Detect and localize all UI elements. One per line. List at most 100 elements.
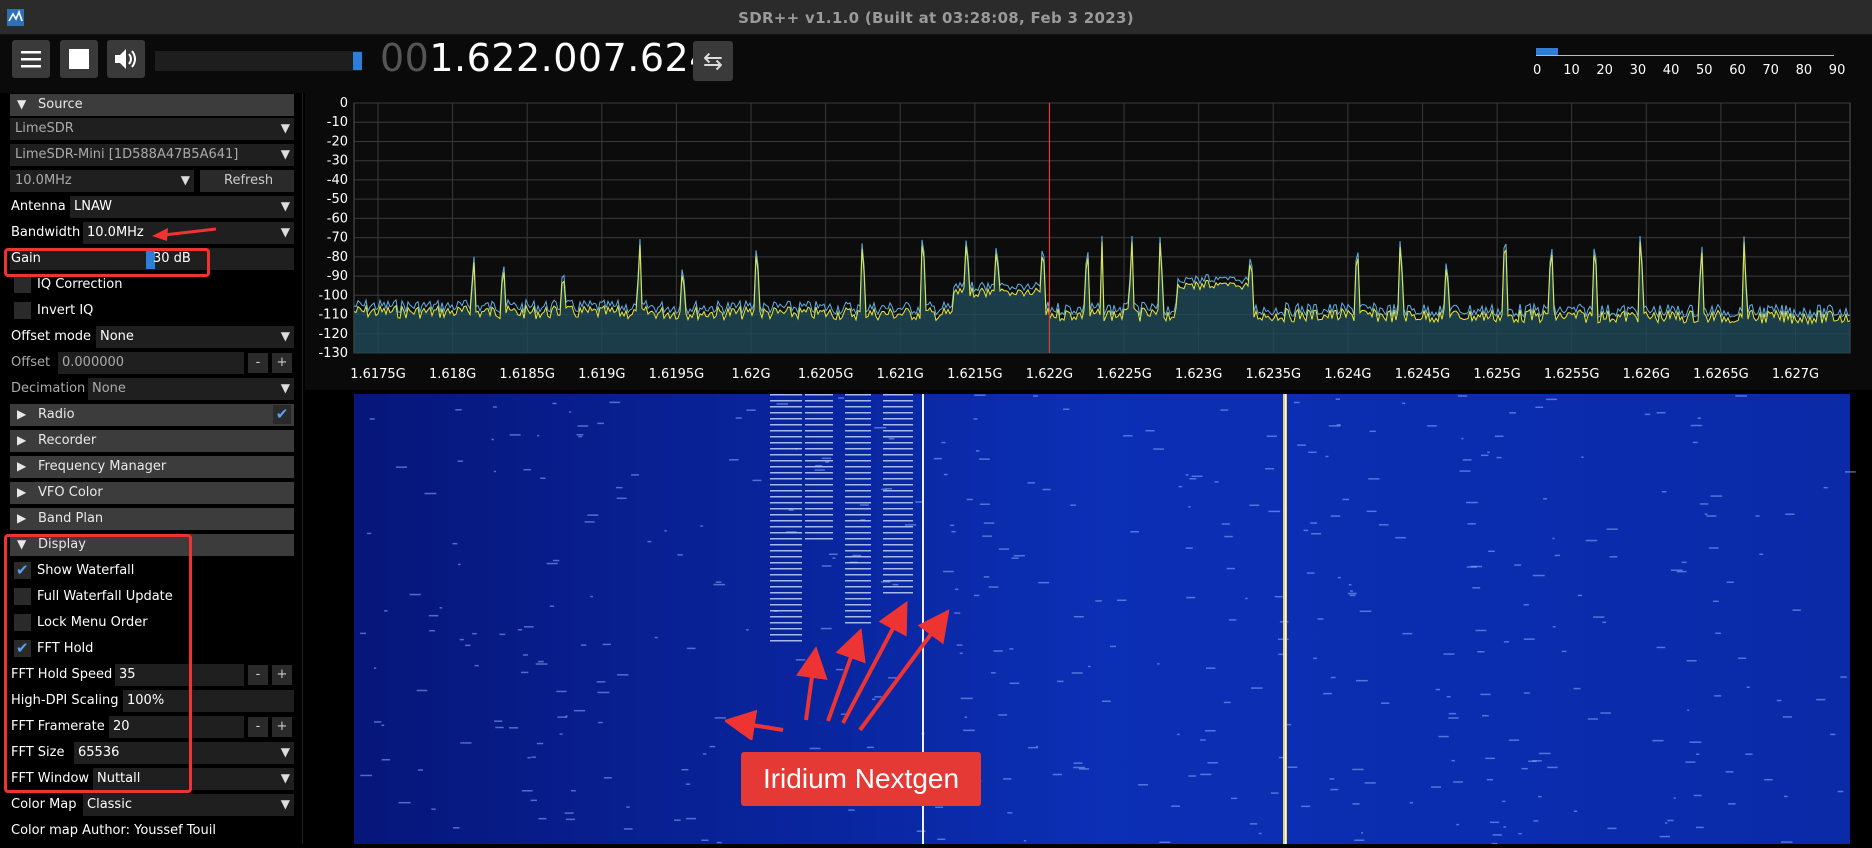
waterfall-signal bbox=[559, 733, 563, 735]
waterfall-burst bbox=[845, 472, 871, 474]
frequency-display[interactable]: 001.622.007.624 bbox=[380, 36, 714, 80]
waterfall-burst bbox=[770, 412, 802, 414]
waterfall-burst bbox=[805, 490, 833, 492]
waterfall-signal bbox=[1538, 752, 1551, 755]
band-plan-section-header[interactable]: ▶ Band Plan bbox=[10, 508, 294, 530]
fft-framerate-decrement-button[interactable]: - bbox=[248, 717, 268, 737]
waterfall-burst bbox=[845, 502, 871, 504]
color-map-select[interactable]: Classic ▼ bbox=[83, 794, 294, 816]
device-select[interactable]: LimeSDR-Mini [1D588A47B5A641] ▼ bbox=[10, 144, 294, 166]
waterfall-signal bbox=[494, 720, 503, 722]
waterfall-signal bbox=[1073, 762, 1083, 764]
waterfall-signal bbox=[596, 681, 606, 683]
expand-triangle-icon: ▶ bbox=[17, 433, 27, 447]
source-select[interactable]: LimeSDR ▼ bbox=[10, 118, 294, 140]
waterfall-panel[interactable] bbox=[305, 394, 1872, 845]
fft-hold-speed-increment-button[interactable]: + bbox=[272, 665, 292, 685]
fft-framerate-increment-button[interactable]: + bbox=[272, 717, 292, 737]
waterfall-signal bbox=[1699, 503, 1709, 505]
waterfall-signal bbox=[1189, 478, 1197, 480]
snr-meter: 0 10 20 30 40 50 60 70 80 90 bbox=[1533, 46, 1845, 78]
fft-y-tick-label: -110 bbox=[318, 308, 348, 323]
waterfall-signal bbox=[1116, 599, 1127, 602]
sidebar: ▼ Source LimeSDR ▼ LimeSDR-Mini [1D588A4… bbox=[0, 93, 300, 844]
waterfall-signal bbox=[474, 664, 479, 667]
waterfall-signal bbox=[1693, 794, 1702, 797]
antenna-row: Antenna LNAW ▼ bbox=[10, 196, 294, 218]
refresh-button[interactable]: Refresh bbox=[200, 170, 294, 192]
fft-hold-speed-decrement-button[interactable]: - bbox=[248, 665, 268, 685]
waterfall-signal bbox=[1585, 539, 1598, 542]
waterfall-signal bbox=[1266, 435, 1277, 437]
offset-decrement-button[interactable]: - bbox=[248, 353, 268, 373]
waterfall-burst bbox=[845, 514, 871, 516]
color-map-author: Color map Author: Youssef Touil bbox=[11, 823, 216, 838]
waterfall-burst bbox=[845, 520, 871, 522]
iq-correction-checkbox[interactable] bbox=[14, 276, 31, 293]
dropdown-arrow-icon: ▼ bbox=[280, 121, 290, 135]
waterfall-signal bbox=[538, 817, 547, 820]
waterfall-signal bbox=[569, 411, 572, 413]
waterfall-signal bbox=[1587, 718, 1598, 720]
source-select-value: LimeSDR bbox=[15, 121, 74, 136]
vfo-color-section-header[interactable]: ▶ VFO Color bbox=[10, 482, 294, 504]
panel-separator[interactable] bbox=[302, 93, 303, 844]
mute-button[interactable] bbox=[107, 40, 145, 78]
waterfall-signal bbox=[1467, 523, 1476, 525]
sample-rate-select[interactable]: 10.0MHz ▼ bbox=[10, 170, 194, 192]
source-section-header[interactable]: ▼ Source bbox=[10, 94, 294, 116]
waterfall-burst bbox=[845, 568, 871, 570]
waterfall-signal bbox=[993, 650, 1003, 652]
waterfall-burst bbox=[845, 544, 871, 546]
waterfall-burst bbox=[883, 472, 913, 474]
volume-slider-handle[interactable] bbox=[353, 52, 362, 70]
frequency-value[interactable]: 1.622.007.624 bbox=[429, 36, 714, 80]
waterfall-signal bbox=[1538, 795, 1542, 798]
volume-slider[interactable] bbox=[155, 51, 362, 71]
waterfall-burst bbox=[805, 526, 833, 528]
invert-iq-checkbox[interactable] bbox=[14, 302, 31, 319]
waterfall-signal bbox=[573, 709, 586, 712]
waterfall-signal bbox=[1361, 832, 1364, 834]
offset-row: Offset 0.000000 - + bbox=[10, 352, 294, 374]
snr-tick-label: 20 bbox=[1596, 63, 1613, 78]
waterfall-signal bbox=[584, 521, 595, 523]
waterfall-burst bbox=[883, 466, 913, 468]
waterfall-signal bbox=[1782, 716, 1792, 718]
waterfall-signal bbox=[495, 726, 504, 729]
radio-section-header[interactable]: ▶ Radio ✔ bbox=[10, 404, 294, 426]
fft-plot[interactable]: 0 -10 -20 -30 -40 -50 -60 -70 -80 -90 -100 -110 -120… bbox=[305, 93, 1872, 390]
waterfall-signal bbox=[1523, 692, 1530, 694]
waterfall-signal bbox=[431, 808, 436, 810]
play-stop-button[interactable] bbox=[60, 40, 98, 78]
radio-enable-checkbox[interactable]: ✔ bbox=[273, 405, 291, 424]
waterfall-burst bbox=[883, 400, 913, 402]
recorder-section-header[interactable]: ▶ Recorder bbox=[10, 430, 294, 452]
refresh-label: Refresh bbox=[224, 173, 274, 188]
waterfall-signal bbox=[1816, 698, 1826, 701]
waterfall-signal bbox=[1186, 596, 1196, 599]
waterfall-signal bbox=[521, 789, 533, 792]
offset-mode-select[interactable]: None ▼ bbox=[96, 326, 294, 348]
menu-button[interactable] bbox=[12, 40, 50, 78]
waterfall-burst bbox=[883, 580, 913, 582]
waterfall-signal bbox=[1245, 597, 1248, 600]
waterfall-plot[interactable] bbox=[305, 394, 1872, 845]
waterfall-signal bbox=[1214, 481, 1219, 483]
stop-icon bbox=[69, 49, 89, 69]
offset-input[interactable]: 0.000000 bbox=[58, 352, 244, 374]
waterfall-signal bbox=[1532, 760, 1542, 762]
decimation-select[interactable]: None ▼ bbox=[88, 378, 294, 400]
swap-button[interactable]: ⇆ bbox=[693, 41, 733, 81]
waterfall-signal bbox=[1078, 768, 1090, 770]
waterfall-signal bbox=[1656, 412, 1666, 414]
waterfall-signal bbox=[1364, 782, 1376, 784]
waterfall-signal bbox=[1697, 417, 1702, 419]
waterfall-signal bbox=[540, 477, 546, 480]
fft-panel[interactable]: 0 -10 -20 -30 -40 -50 -60 -70 -80 -90 -100 -110 -120… bbox=[305, 93, 1872, 390]
invert-iq-row: Invert IQ bbox=[10, 300, 294, 322]
frequency-manager-section-header[interactable]: ▶ Frequency Manager bbox=[10, 456, 294, 478]
antenna-select[interactable]: LNAW ▼ bbox=[70, 196, 294, 218]
annotation-arrows-icon bbox=[725, 600, 950, 740]
offset-increment-button[interactable]: + bbox=[272, 353, 292, 373]
